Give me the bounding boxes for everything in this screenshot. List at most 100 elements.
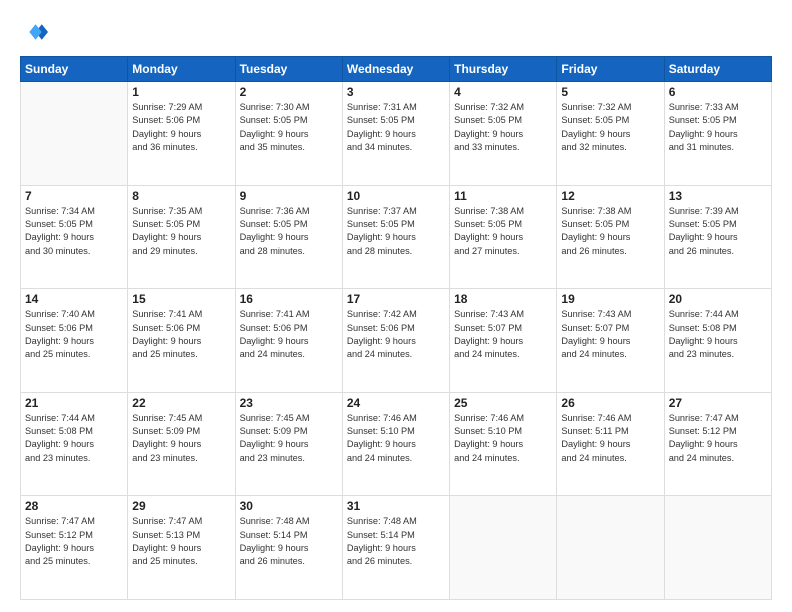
day-info: Sunrise: 7:37 AM Sunset: 5:05 PM Dayligh… [347, 205, 445, 258]
day-cell: 11 Sunrise: 7:38 AM Sunset: 5:05 PM Dayli… [450, 185, 557, 289]
weekday-header-sunday: Sunday [21, 57, 128, 82]
day-number: 24 [347, 396, 445, 410]
day-info: Sunrise: 7:29 AM Sunset: 5:06 PM Dayligh… [132, 101, 230, 154]
calendar-table: SundayMondayTuesdayWednesdayThursdayFrid… [20, 56, 772, 600]
day-number: 12 [561, 189, 659, 203]
weekday-header-wednesday: Wednesday [342, 57, 449, 82]
day-number: 31 [347, 499, 445, 513]
day-info: Sunrise: 7:40 AM Sunset: 5:06 PM Dayligh… [25, 308, 123, 361]
day-info: Sunrise: 7:43 AM Sunset: 5:07 PM Dayligh… [454, 308, 552, 361]
day-cell: 19 Sunrise: 7:43 AM Sunset: 5:07 PM Dayli… [557, 289, 664, 393]
weekday-header-row: SundayMondayTuesdayWednesdayThursdayFrid… [21, 57, 772, 82]
week-row-4: 28Sunrise: 7:47 AM Sunset: 5:12 PM Dayli… [21, 496, 772, 600]
day-info: Sunrise: 7:47 AM Sunset: 5:12 PM Dayligh… [669, 412, 767, 465]
day-number: 21 [25, 396, 123, 410]
weekday-header-friday: Friday [557, 57, 664, 82]
day-number: 17 [347, 292, 445, 306]
day-info: Sunrise: 7:45 AM Sunset: 5:09 PM Dayligh… [132, 412, 230, 465]
day-number: 1 [132, 85, 230, 99]
day-info: Sunrise: 7:34 AM Sunset: 5:05 PM Dayligh… [25, 205, 123, 258]
day-cell: 13Sunrise: 7:39 AM Sunset: 5:05 PM Dayli… [664, 185, 771, 289]
day-cell: 25Sunrise: 7:46 AM Sunset: 5:10 PM Dayli… [450, 392, 557, 496]
day-cell: 3 Sunrise: 7:31 AM Sunset: 5:05 PM Daylig… [342, 82, 449, 186]
day-info: Sunrise: 7:31 AM Sunset: 5:05 PM Dayligh… [347, 101, 445, 154]
day-number: 7 [25, 189, 123, 203]
day-number: 18 [454, 292, 552, 306]
day-number: 29 [132, 499, 230, 513]
day-info: Sunrise: 7:32 AM Sunset: 5:05 PM Dayligh… [454, 101, 552, 154]
day-cell: 12 Sunrise: 7:38 AM Sunset: 5:05 PM Dayli… [557, 185, 664, 289]
day-cell: 4Sunrise: 7:32 AM Sunset: 5:05 PM Daylig… [450, 82, 557, 186]
day-number: 14 [25, 292, 123, 306]
day-info: Sunrise: 7:48 AM Sunset: 5:14 PM Dayligh… [240, 515, 338, 568]
day-cell: 2 Sunrise: 7:30 AM Sunset: 5:05 PM Daylig… [235, 82, 342, 186]
day-info: Sunrise: 7:38 AM Sunset: 5:05 PM Dayligh… [454, 205, 552, 258]
day-number: 10 [347, 189, 445, 203]
day-info: Sunrise: 7:33 AM Sunset: 5:05 PM Dayligh… [669, 101, 767, 154]
day-info: Sunrise: 7:35 AM Sunset: 5:05 PM Dayligh… [132, 205, 230, 258]
day-cell: 9 Sunrise: 7:36 AM Sunset: 5:05 PM Daylig… [235, 185, 342, 289]
day-cell: 14 Sunrise: 7:40 AM Sunset: 5:06 PM Dayli… [21, 289, 128, 393]
day-cell: 8 Sunrise: 7:35 AM Sunset: 5:05 PM Daylig… [128, 185, 235, 289]
day-number: 23 [240, 396, 338, 410]
day-info: Sunrise: 7:44 AM Sunset: 5:08 PM Dayligh… [669, 308, 767, 361]
day-number: 19 [561, 292, 659, 306]
day-cell: 24 Sunrise: 7:46 AM Sunset: 5:10 PM Dayli… [342, 392, 449, 496]
day-info: Sunrise: 7:30 AM Sunset: 5:05 PM Dayligh… [240, 101, 338, 154]
day-number: 22 [132, 396, 230, 410]
day-cell [21, 82, 128, 186]
day-cell: 15 Sunrise: 7:41 AM Sunset: 5:06 PM Dayli… [128, 289, 235, 393]
weekday-header-monday: Monday [128, 57, 235, 82]
day-cell: 21Sunrise: 7:44 AM Sunset: 5:08 PM Dayli… [21, 392, 128, 496]
day-number: 2 [240, 85, 338, 99]
day-number: 8 [132, 189, 230, 203]
day-number: 26 [561, 396, 659, 410]
day-info: Sunrise: 7:41 AM Sunset: 5:06 PM Dayligh… [240, 308, 338, 361]
day-cell: 30 Sunrise: 7:48 AM Sunset: 5:14 PM Dayli… [235, 496, 342, 600]
day-number: 15 [132, 292, 230, 306]
day-cell: 20Sunrise: 7:44 AM Sunset: 5:08 PM Dayli… [664, 289, 771, 393]
day-number: 5 [561, 85, 659, 99]
day-cell: 5 Sunrise: 7:32 AM Sunset: 5:05 PM Daylig… [557, 82, 664, 186]
day-cell: 27 Sunrise: 7:47 AM Sunset: 5:12 PM Dayli… [664, 392, 771, 496]
day-cell: 16 Sunrise: 7:41 AM Sunset: 5:06 PM Dayli… [235, 289, 342, 393]
day-info: Sunrise: 7:47 AM Sunset: 5:12 PM Dayligh… [25, 515, 123, 568]
day-cell: 29 Sunrise: 7:47 AM Sunset: 5:13 PM Dayli… [128, 496, 235, 600]
day-cell: 31Sunrise: 7:48 AM Sunset: 5:14 PM Dayli… [342, 496, 449, 600]
week-row-0: 1 Sunrise: 7:29 AM Sunset: 5:06 PM Daylig… [21, 82, 772, 186]
day-cell [557, 496, 664, 600]
day-info: Sunrise: 7:45 AM Sunset: 5:09 PM Dayligh… [240, 412, 338, 465]
day-info: Sunrise: 7:46 AM Sunset: 5:10 PM Dayligh… [347, 412, 445, 465]
day-info: Sunrise: 7:47 AM Sunset: 5:13 PM Dayligh… [132, 515, 230, 568]
day-info: Sunrise: 7:38 AM Sunset: 5:05 PM Dayligh… [561, 205, 659, 258]
day-number: 25 [454, 396, 552, 410]
day-info: Sunrise: 7:41 AM Sunset: 5:06 PM Dayligh… [132, 308, 230, 361]
day-number: 9 [240, 189, 338, 203]
logo-icon [20, 18, 48, 46]
day-info: Sunrise: 7:32 AM Sunset: 5:05 PM Dayligh… [561, 101, 659, 154]
day-number: 13 [669, 189, 767, 203]
day-cell: 7 Sunrise: 7:34 AM Sunset: 5:05 PM Daylig… [21, 185, 128, 289]
day-number: 16 [240, 292, 338, 306]
day-number: 11 [454, 189, 552, 203]
day-cell: 1 Sunrise: 7:29 AM Sunset: 5:06 PM Daylig… [128, 82, 235, 186]
day-cell: 28Sunrise: 7:47 AM Sunset: 5:12 PM Dayli… [21, 496, 128, 600]
day-number: 3 [347, 85, 445, 99]
weekday-header-thursday: Thursday [450, 57, 557, 82]
day-number: 27 [669, 396, 767, 410]
week-row-1: 7 Sunrise: 7:34 AM Sunset: 5:05 PM Daylig… [21, 185, 772, 289]
day-cell: 22 Sunrise: 7:45 AM Sunset: 5:09 PM Dayli… [128, 392, 235, 496]
day-cell: 17 Sunrise: 7:42 AM Sunset: 5:06 PM Dayli… [342, 289, 449, 393]
day-number: 30 [240, 499, 338, 513]
day-cell [664, 496, 771, 600]
week-row-3: 21Sunrise: 7:44 AM Sunset: 5:08 PM Dayli… [21, 392, 772, 496]
day-info: Sunrise: 7:36 AM Sunset: 5:05 PM Dayligh… [240, 205, 338, 258]
day-cell: 6Sunrise: 7:33 AM Sunset: 5:05 PM Daylig… [664, 82, 771, 186]
logo [20, 18, 52, 46]
day-cell [450, 496, 557, 600]
day-cell: 26Sunrise: 7:46 AM Sunset: 5:11 PM Dayli… [557, 392, 664, 496]
day-info: Sunrise: 7:42 AM Sunset: 5:06 PM Dayligh… [347, 308, 445, 361]
weekday-header-saturday: Saturday [664, 57, 771, 82]
day-info: Sunrise: 7:43 AM Sunset: 5:07 PM Dayligh… [561, 308, 659, 361]
day-cell: 23 Sunrise: 7:45 AM Sunset: 5:09 PM Dayli… [235, 392, 342, 496]
